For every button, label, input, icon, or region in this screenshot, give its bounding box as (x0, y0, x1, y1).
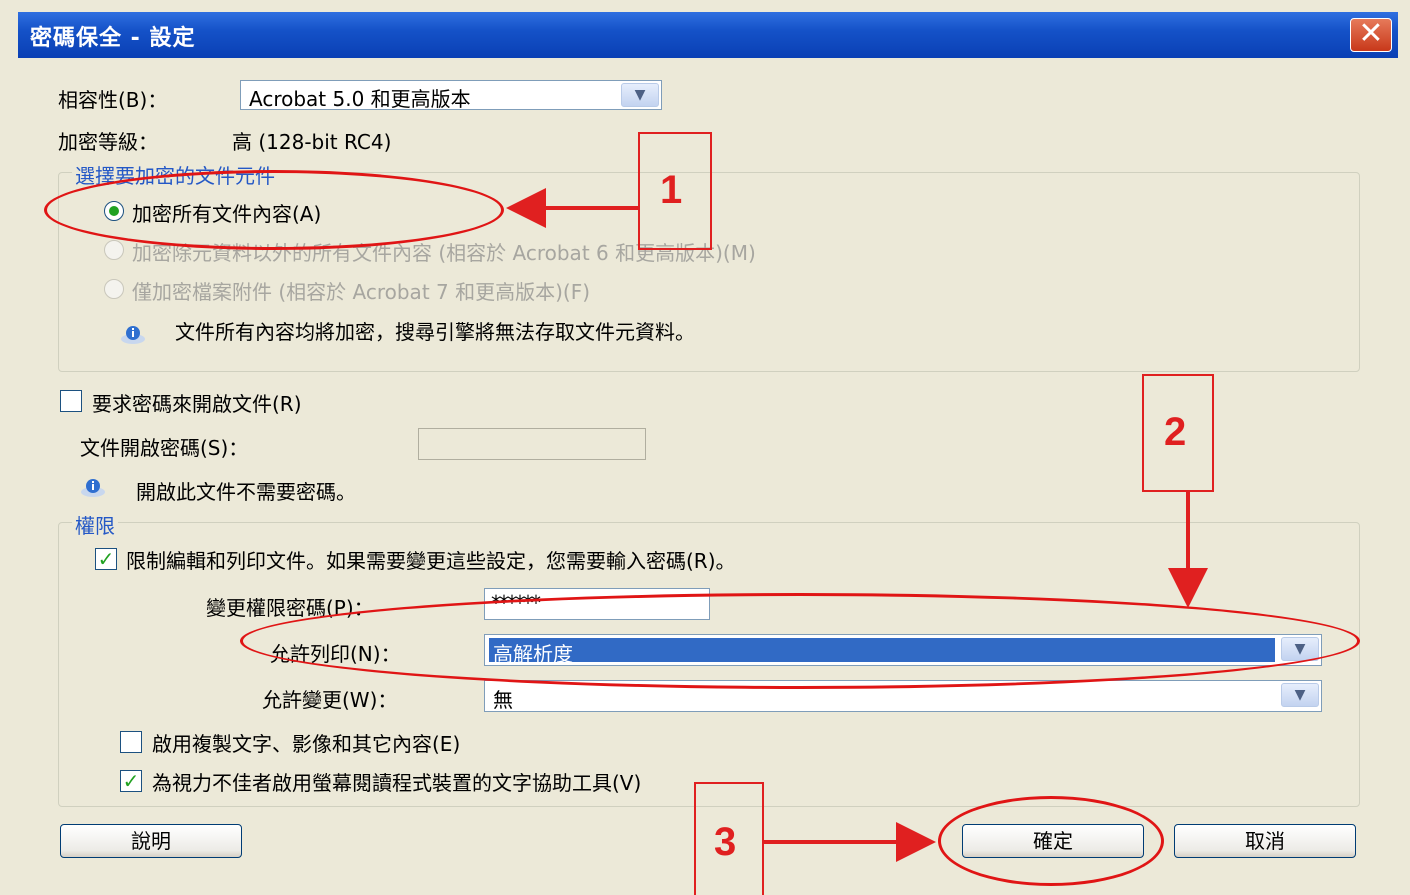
restrict-editing-checkbox[interactable]: ✓ (95, 548, 117, 570)
open-password-info-text: 開啟此文件不需要密碼。 (136, 480, 356, 504)
dialog-title: 密碼保全 - 設定 (30, 26, 196, 51)
accessibility-checkbox[interactable]: ✓ (120, 770, 142, 792)
annotation-ellipse-1 (44, 170, 504, 250)
annotation-ellipse-2 (240, 593, 1360, 689)
restrict-editing-label: 限制編輯和列印文件。如果需要變更這些設定，您需要輸入密碼(R)。 (126, 549, 736, 573)
enable-copy-checkbox[interactable] (120, 731, 142, 753)
accessibility-label: 為視力不佳者啟用螢幕閱讀程式裝置的文字協助工具(V) (152, 771, 642, 795)
components-info-text: 文件所有內容均將加密，搜尋引擎將無法存取文件元資料。 (175, 320, 695, 344)
permissions-legend: 權限 (72, 510, 118, 539)
chevron-down-icon[interactable]: ▼ (621, 83, 659, 107)
radio-encrypt-attachments[interactable] (104, 279, 124, 299)
option-attachments-label: 僅加密檔案附件 (相容於 Acrobat 7 和更高版本)(F) (132, 280, 591, 304)
allow-changes-label: 允許變更(W)： (262, 688, 398, 712)
annotation-number-2: 2 (1164, 410, 1187, 454)
info-icon (81, 479, 105, 497)
compat-select[interactable]: Acrobat 5.0 和更高版本 ▼ (240, 80, 662, 111)
open-password-input[interactable] (418, 428, 646, 460)
title-bar: 密碼保全 - 設定 ✕ (18, 12, 1398, 58)
compat-value: Acrobat 5.0 和更高版本 (249, 87, 471, 111)
cancel-button[interactable]: 取消 (1174, 824, 1356, 858)
radio-encrypt-except-metadata[interactable] (104, 240, 124, 260)
chevron-down-icon[interactable]: ▼ (1281, 683, 1319, 707)
annotation-ellipse-3 (938, 796, 1164, 886)
encrypt-level-label: 加密等級： (58, 130, 158, 154)
open-password-label: 文件開啟密碼(S)： (80, 436, 249, 460)
compat-label: 相容性(B)： (58, 88, 168, 112)
require-open-password-checkbox[interactable] (60, 390, 82, 412)
require-open-password-label: 要求密碼來開啟文件(R) (92, 392, 302, 416)
enable-copy-label: 啟用複製文字、影像和其它內容(E) (152, 732, 461, 756)
annotation-number-1: 1 (660, 168, 683, 212)
encrypt-level-value: 高 (128-bit RC4) (232, 130, 392, 154)
info-icon (121, 326, 145, 344)
allow-changes-value: 無 (493, 688, 513, 712)
annotation-number-3: 3 (714, 820, 737, 864)
help-button[interactable]: 說明 (60, 824, 242, 858)
close-icon[interactable]: ✕ (1350, 18, 1392, 52)
